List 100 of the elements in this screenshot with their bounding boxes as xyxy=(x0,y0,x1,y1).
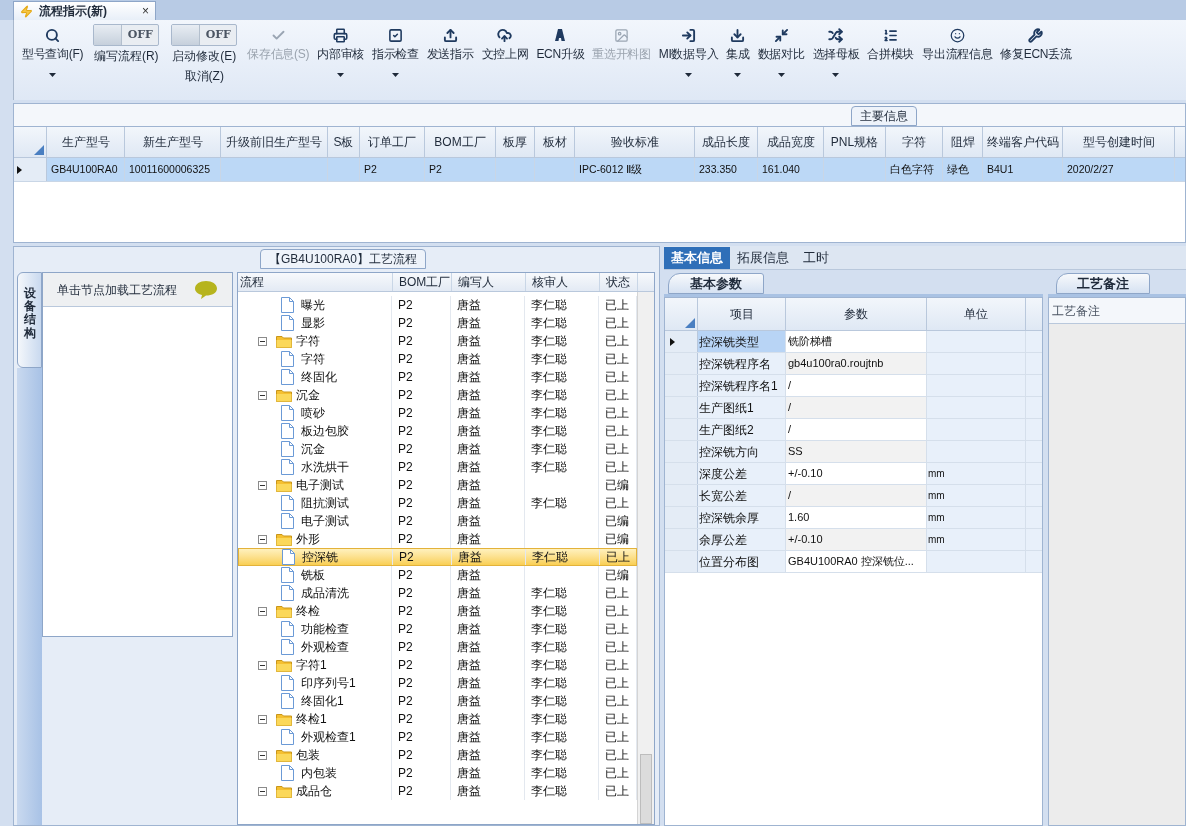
tree-row[interactable]: 沉金 P2 唐益 李仁聪 已上 xyxy=(238,386,637,404)
column-header[interactable]: 新生产型号 xyxy=(125,127,221,157)
tree-row[interactable]: 阻抗测试 P2 唐益 李仁聪 已上 xyxy=(238,494,637,512)
column-header[interactable]: 阻焊 xyxy=(943,127,983,157)
tree-row[interactable]: 板边包胶 P2 唐益 李仁聪 已上 xyxy=(238,422,637,440)
column-header[interactable]: 型号创建时间 xyxy=(1063,127,1175,157)
toolbar-button[interactable]: 发送指示 xyxy=(422,24,478,86)
table-row[interactable]: 长宽公差 / mm xyxy=(665,485,1042,507)
tree-row[interactable]: 电子测试 P2 唐益 已编 xyxy=(238,476,637,494)
close-button[interactable]: × xyxy=(142,2,149,20)
column-header[interactable]: 参数 xyxy=(786,298,927,330)
toolbar-button[interactable]: 型号查询(F) xyxy=(18,24,88,86)
tree-row[interactable]: 终固化 P2 唐益 李仁聪 已上 xyxy=(238,368,637,386)
toolbar-button[interactable]: 指示检查 xyxy=(367,24,423,86)
toolbar-button[interactable]: 文控上网 xyxy=(477,24,533,86)
column-header[interactable]: 验收标准 xyxy=(575,127,695,157)
column-header[interactable]: 流程 xyxy=(238,273,393,291)
tree-row[interactable]: 终检1 P2 唐益 李仁聪 已上 xyxy=(238,710,637,728)
column-header[interactable]: S板 xyxy=(328,127,360,157)
document-tab[interactable]: 流程指示(新) × xyxy=(13,1,156,20)
column-header[interactable]: 字符 xyxy=(886,127,943,157)
table-row[interactable]: 控深铣程序名1 / xyxy=(665,375,1042,397)
column-header[interactable]: 板厚 xyxy=(496,127,535,157)
column-header[interactable]: 单位 xyxy=(927,298,1026,330)
tree-row[interactable]: 控深铣 P2 唐益 李仁聪 已上 xyxy=(238,548,637,566)
tree-row[interactable]: 成品清洗 P2 唐益 李仁聪 已上 xyxy=(238,584,637,602)
table-row[interactable]: 控深铣方向 SS xyxy=(665,441,1042,463)
column-header[interactable]: 编写人 xyxy=(452,273,526,291)
tree-row[interactable]: 终检 P2 唐益 李仁聪 已上 xyxy=(238,602,637,620)
toolbar-button[interactable]: 数据对比 xyxy=(753,24,809,86)
toolbar-button[interactable]: 修复ECN丢流 xyxy=(996,24,1076,86)
tree-row[interactable]: 外观检查 P2 唐益 李仁聪 已上 xyxy=(238,638,637,656)
toolbar-label[interactable]: 取消(Z) xyxy=(184,66,224,86)
row-header[interactable] xyxy=(665,331,698,352)
toolbar-label[interactable]: 编写流程(R) xyxy=(93,46,159,66)
tree-row[interactable]: 显影 P2 唐益 李仁聪 已上 xyxy=(238,314,637,332)
toggle-switch[interactable]: OFF xyxy=(93,24,160,46)
tree-row[interactable]: 铣板 P2 唐益 已编 xyxy=(238,566,637,584)
tree-row[interactable]: 印序列号1 P2 唐益 李仁聪 已上 xyxy=(238,674,637,692)
tree-row[interactable]: 字符1 P2 唐益 李仁聪 已上 xyxy=(238,656,637,674)
toolbar-button[interactable]: 内部审核 xyxy=(313,24,368,86)
column-header[interactable]: PNL规格 xyxy=(824,127,886,157)
tree-row[interactable]: 终固化1 P2 唐益 李仁聪 已上 xyxy=(238,692,637,710)
toolbar-label[interactable]: 启动修改(E) xyxy=(172,46,237,66)
tree-row[interactable]: 喷砂 P2 唐益 李仁聪 已上 xyxy=(238,404,637,422)
tree-row[interactable]: 外观检查1 P2 唐益 李仁聪 已上 xyxy=(238,728,637,746)
table-row[interactable]: 生产图纸1 / xyxy=(665,397,1042,419)
toggle-switch[interactable]: OFF xyxy=(171,24,238,46)
scrollbar[interactable] xyxy=(637,292,654,824)
column-header[interactable]: 升级前旧生产型号 xyxy=(221,127,328,157)
toolbar-button[interactable]: 选择母板 xyxy=(808,24,864,86)
table-row[interactable]: 控深铣余厚 1.60 mm xyxy=(665,507,1042,529)
toolbar-button[interactable]: MI数据导入 xyxy=(654,24,723,86)
tab[interactable]: 基本信息 xyxy=(664,247,730,269)
column-header[interactable]: 板材 xyxy=(535,127,575,157)
tree-row[interactable]: 字符 P2 唐益 李仁聪 已上 xyxy=(238,350,637,368)
column-header[interactable]: 生产型号 xyxy=(47,127,125,157)
table-row[interactable]: GB4U100RA0 10011600006325 P2 P2 IPC-6012 Ⅱ级 233.350 161.040 白色字符 绿色 B4U1 2020/2/27 xyxy=(14,158,1185,182)
column-header[interactable]: 核审人 xyxy=(526,273,600,291)
collapse-icon[interactable] xyxy=(258,336,267,346)
collapse-icon[interactable] xyxy=(258,534,267,544)
toolbar-button[interactable]: 集成 xyxy=(722,24,754,86)
column-header[interactable]: 状态 xyxy=(600,273,638,291)
tree-row[interactable]: 包装 P2 唐益 李仁聪 已上 xyxy=(238,746,637,764)
collapse-icon[interactable] xyxy=(258,750,267,760)
column-header[interactable]: BOM工厂 xyxy=(425,127,496,157)
collapse-icon[interactable] xyxy=(258,390,267,400)
toolbar-button[interactable]: 合拼模块 xyxy=(863,24,919,86)
tree-row[interactable]: 水洗烘干 P2 唐益 李仁聪 已上 xyxy=(238,458,637,476)
tree-row[interactable]: 字符 P2 唐益 李仁聪 已上 xyxy=(238,332,637,350)
table-row[interactable]: 位置分布图 GB4U100RA0 控深铣位... xyxy=(665,551,1042,573)
collapse-icon[interactable] xyxy=(258,786,267,796)
tab[interactable]: 工时 xyxy=(796,247,836,269)
toolbar-button[interactable]: 导出流程信息 xyxy=(918,24,997,86)
column-header[interactable]: 订单工厂 xyxy=(360,127,425,157)
tree-row[interactable]: 功能检查 P2 唐益 李仁聪 已上 xyxy=(238,620,637,638)
tree-row[interactable]: 内包装 P2 唐益 李仁聪 已上 xyxy=(238,764,637,782)
toolbar-button[interactable]: ECN升级 xyxy=(532,24,589,86)
tree-row[interactable]: 成品仓 P2 唐益 李仁聪 已上 xyxy=(238,782,637,800)
tab[interactable]: 拓展信息 xyxy=(730,247,796,269)
tree-row[interactable]: 曝光 P2 唐益 李仁聪 已上 xyxy=(238,296,637,314)
collapse-icon[interactable] xyxy=(258,714,267,724)
table-row[interactable]: 控深铣类型 铣阶梯槽 xyxy=(665,331,1042,353)
table-row[interactable]: 深度公差 +/-0.10 mm xyxy=(665,463,1042,485)
collapse-icon[interactable] xyxy=(258,480,267,490)
table-row[interactable]: 余厚公差 +/-0.10 mm xyxy=(665,529,1042,551)
column-header[interactable]: 终端客户代码 xyxy=(983,127,1063,157)
table-row[interactable]: 控深铣程序名 gb4u100ra0.roujtnb xyxy=(665,353,1042,375)
table-row[interactable]: 生产图纸2 / xyxy=(665,419,1042,441)
section-tab[interactable]: 基本参数 xyxy=(668,273,764,294)
vertical-tab[interactable]: 设备结构 xyxy=(17,272,42,368)
tree-row[interactable]: 电子测试 P2 唐益 已编 xyxy=(238,512,637,530)
column-header[interactable]: BOM工厂 xyxy=(393,273,452,291)
column-header[interactable]: 成品宽度 xyxy=(758,127,824,157)
column-header[interactable]: 项目 xyxy=(698,298,786,330)
tree-row[interactable]: 沉金 P2 唐益 李仁聪 已上 xyxy=(238,440,637,458)
collapse-icon[interactable] xyxy=(258,606,267,616)
section-tab[interactable]: 工艺备注 xyxy=(1056,273,1150,294)
column-header[interactable]: 成品长度 xyxy=(695,127,758,157)
collapse-icon[interactable] xyxy=(258,660,267,670)
